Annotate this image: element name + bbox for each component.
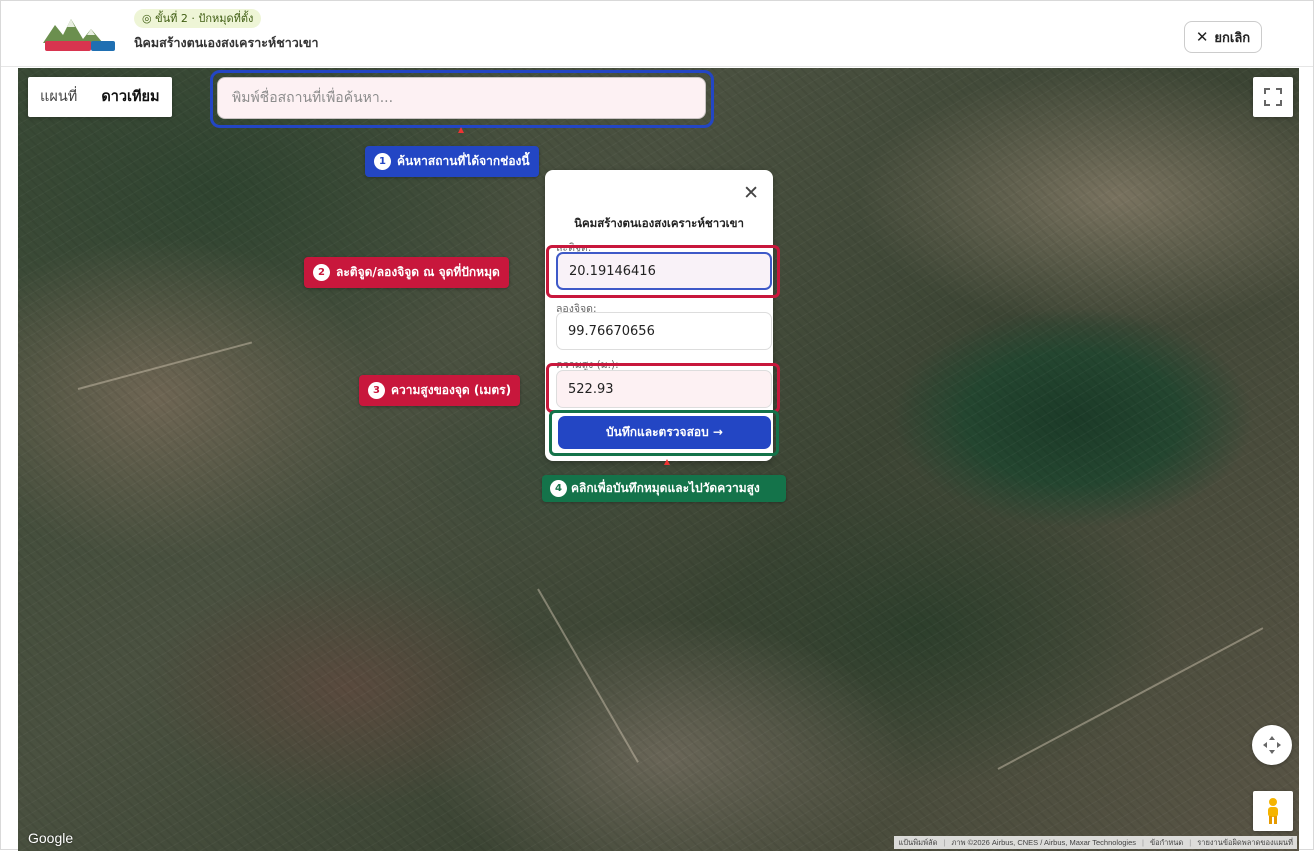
step-badge: ◎ ขั้นที่ 2 · ปักหมุดที่ตั้ง (134, 9, 262, 28)
callout-latlng: 2 ละติจูด/ลองจิจูด ณ จุดที่ปักหมุด (304, 257, 509, 288)
cancel-label: ยกเลิก (1214, 29, 1251, 45)
close-icon: ✕ (1195, 29, 1209, 46)
imagery-credit: ภาพ ©2026 Airbus, CNES / Airbus, Maxar T… (951, 837, 1137, 847)
site-logo (41, 13, 119, 53)
fullscreen-icon (1264, 88, 1282, 106)
keyboard-shortcuts-link[interactable]: แป้นพิมพ์ลัด (898, 837, 937, 849)
report-error-link[interactable]: รายงานข้อผิดพลาดของแผนที่ (1197, 837, 1293, 849)
callout-number: 1 (374, 153, 391, 170)
info-window: ✕ นิคมสร้างตนเองสงเคราะห์ชาวเขา ละติจูด:… (545, 170, 773, 461)
callout-number: 2 (313, 264, 330, 281)
close-icon[interactable]: ✕ (743, 182, 759, 204)
callout-text: คลิกเพื่อบันทึกหมุดและไปวัดความสูง (571, 481, 760, 495)
cancel-button[interactable]: ✕ ยกเลิก (1184, 21, 1262, 53)
callout-number: 3 (368, 382, 385, 399)
callout-altitude: 3 ความสูงของจุด (เมตร) (359, 375, 521, 406)
camera-control-button[interactable] (1252, 725, 1292, 765)
map-road (997, 627, 1264, 770)
callout-arrow (664, 459, 670, 465)
map-road (537, 588, 639, 763)
search-input[interactable] (217, 77, 706, 119)
move-arrows-icon (1263, 736, 1281, 754)
fullscreen-button[interactable] (1253, 77, 1293, 117)
callout-text: ละติจูด/ลองจิจูด ณ จุดที่ปักหมุด (336, 265, 500, 279)
latitude-field[interactable] (556, 252, 772, 290)
page-title: นิคมสร้างตนเองสงเคราะห์ชาวเขา (134, 35, 319, 50)
pegman-icon (1268, 798, 1278, 824)
callout-text: ความสูงของจุด (เมตร) (391, 383, 512, 397)
callout-number: 4 (550, 480, 567, 497)
callout-text: ค้นหาสถานที่ได้จากช่องนี้ (397, 154, 530, 168)
callout-save: 4 คลิกเพื่อบันทึกหมุดและไปวัดความสูง (542, 475, 786, 502)
terms-link[interactable]: ข้อกำหนด (1150, 837, 1183, 849)
info-window-title: นิคมสร้างตนเองสงเคราะห์ชาวเขา (574, 216, 744, 230)
callout-arrow (458, 127, 464, 133)
map-attribution: แป้นพิมพ์ลัด | ภาพ ©2026 Airbus, CNES / … (894, 836, 1297, 849)
google-logo: Google (28, 830, 74, 846)
map-type-control: แผนที่ ดาวเทียม (28, 77, 172, 117)
save-and-check-button[interactable]: บันทึกและตรวจสอบ → (558, 416, 771, 449)
street-view-button[interactable] (1253, 791, 1293, 831)
callout-search: 1 ค้นหาสถานที่ได้จากช่องนี้ (365, 146, 539, 177)
map-type-satellite[interactable]: ดาวเทียม (89, 77, 171, 117)
map-type-roadmap[interactable]: แผนที่ (28, 77, 89, 117)
app-frame: ◎ ขั้นที่ 2 · ปักหมุดที่ตั้ง นิคมสร้างตน… (0, 0, 1314, 851)
altitude-field[interactable] (556, 370, 772, 408)
longitude-field[interactable] (556, 312, 772, 350)
header: ◎ ขั้นที่ 2 · ปักหมุดที่ตั้ง นิคมสร้างตน… (1, 1, 1313, 67)
map-road (77, 341, 253, 390)
